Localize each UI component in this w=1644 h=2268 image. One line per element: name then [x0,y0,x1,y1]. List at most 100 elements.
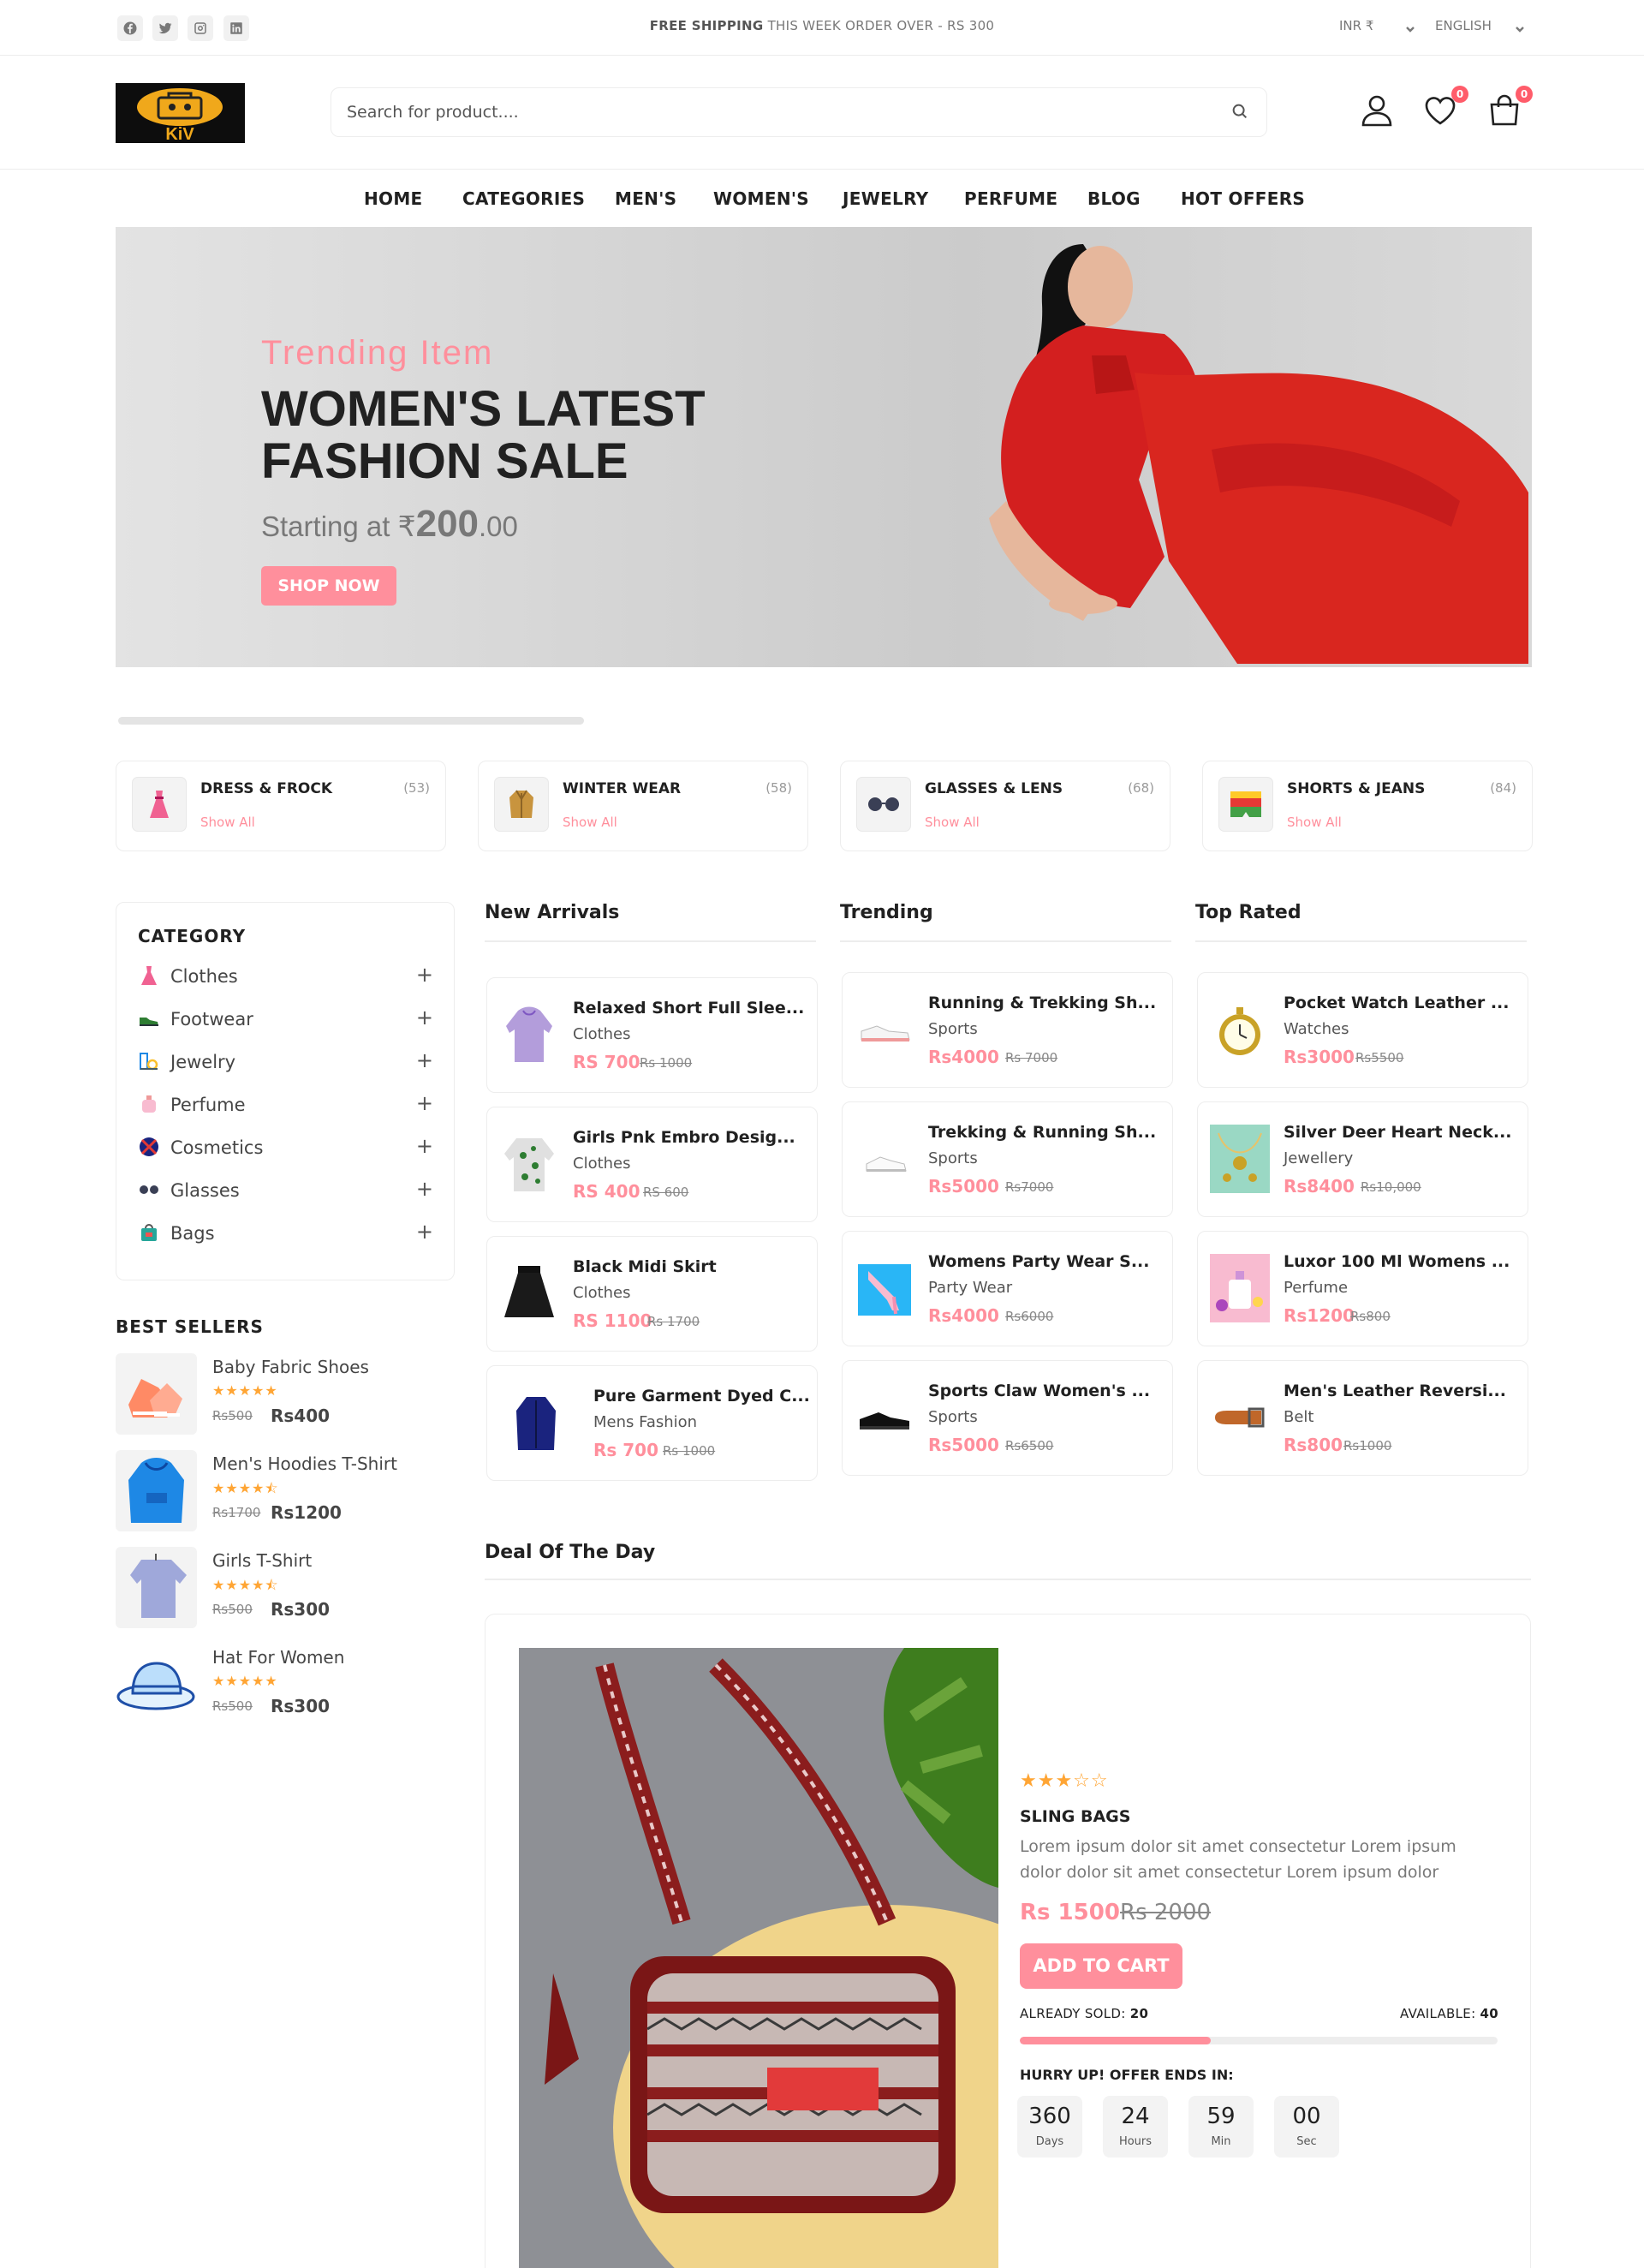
product-image[interactable] [855,1383,914,1452]
product-name[interactable]: Men's Hoodies T-Shirt [212,1453,397,1474]
product-name[interactable]: Relaxed Short Full Slee... [573,999,804,1018]
product-card[interactable]: Silver Deer Heart Neck... Jewellery Rs84… [1197,1101,1528,1217]
product-image[interactable] [855,995,914,1064]
product-card[interactable]: Womens Party Wear S... Party Wear Rs4000… [842,1231,1173,1346]
product-image[interactable] [1210,1125,1270,1193]
product-image[interactable] [116,1450,197,1531]
hero-title: WOMEN'S LATEST FASHION SALE [261,383,775,487]
currency-select[interactable]: INR ₹ [1339,18,1373,33]
product-card[interactable]: Running & Trekking Sh... Sports Rs4000 R… [842,972,1173,1088]
chevron-down-icon[interactable] [1515,21,1525,33]
best-seller-item[interactable]: Hat For Women ★★★★★ Rs500 Rs300 [116,1644,455,1725]
product-name[interactable]: Black Midi Skirt [573,1257,717,1276]
show-all-link[interactable]: Show All [1287,815,1342,830]
category-card-winter[interactable]: WINTER WEAR (58) Show All [478,761,808,851]
product-image[interactable] [116,1644,197,1725]
offer-ends-label: HURRY UP! OFFER ENDS IN: [1020,2067,1234,2083]
price: Rs1200 [271,1502,342,1523]
add-to-cart-button[interactable]: ADD TO CART [1020,1943,1182,1989]
product-image[interactable] [499,1259,559,1328]
product-name[interactable]: Womens Party Wear S... [928,1252,1149,1271]
sidebar-item-glasses[interactable]: Glasses + [138,1175,433,1204]
search-icon[interactable] [1230,102,1251,122]
product-image[interactable] [499,1130,559,1198]
nav-blog[interactable]: BLOG [1087,188,1141,209]
user-icon[interactable] [1359,93,1397,130]
nav-home[interactable]: HOME [364,188,423,209]
show-all-link[interactable]: Show All [563,815,617,830]
product-name[interactable]: Luxor 100 Ml Womens ... [1284,1252,1510,1271]
product-category: Sports [928,1020,978,1038]
countdown-value: 00 [1292,2104,1321,2129]
category-card-glasses[interactable]: GLASSES & LENS (68) Show All [840,761,1170,851]
logo[interactable]: KiV [116,83,245,143]
countdown-unit: Sec [1296,2135,1317,2148]
plus-icon[interactable]: + [416,1006,433,1030]
chevron-down-icon[interactable] [1405,21,1415,33]
best-seller-item[interactable]: Baby Fabric Shoes ★★★★★ Rs500 Rs400 [116,1353,455,1435]
product-image[interactable] [116,1547,197,1628]
product-card[interactable]: Sports Claw Women's ... Sports Rs5000 Rs… [842,1360,1173,1476]
best-seller-item[interactable]: Girls T-Shirt ★★★★⯪ Rs500 Rs300 [116,1547,455,1628]
category-card-shorts[interactable]: SHORTS & JEANS (84) Show All [1202,761,1533,851]
best-seller-item[interactable]: Men's Hoodies T-Shirt ★★★★⯪ Rs1700 Rs120… [116,1450,455,1531]
product-name[interactable]: Pure Garment Dyed C... [593,1387,810,1406]
plus-icon[interactable]: + [416,1091,433,1115]
slider-scrollbar[interactable] [118,717,584,725]
sidebar-item-bags[interactable]: Bags + [138,1218,433,1247]
show-all-link[interactable]: Show All [925,815,980,830]
product-image[interactable] [116,1353,197,1435]
product-card[interactable]: Relaxed Short Full Slee... Clothes RS 70… [486,977,818,1093]
sidebar-item-clothes[interactable]: Clothes + [138,961,433,990]
product-image[interactable] [506,1388,566,1457]
nav-hot-offers[interactable]: HOT OFFERS [1181,188,1305,209]
deal-product-name[interactable]: SLING BAGS [1020,1807,1130,1826]
sidebar-item-jewelry[interactable]: Jewelry + [138,1047,433,1076]
search-input[interactable] [347,101,1186,123]
product-image[interactable] [855,1125,914,1193]
category-card-dress[interactable]: DRESS & FROCK (53) Show All [116,761,446,851]
product-name[interactable]: Girls T-Shirt [212,1550,312,1571]
product-image[interactable] [499,1000,559,1069]
product-name[interactable]: Baby Fabric Shoes [212,1357,369,1377]
category-sidebar: CATEGORY Clothes + Footwear + Jewelry + … [116,902,455,1280]
hero-title-line2: FASHION SALE [261,433,628,489]
product-card[interactable]: Trekking & Running Sh... Sports Rs5000 R… [842,1101,1173,1217]
product-name[interactable]: Running & Trekking Sh... [928,994,1156,1012]
show-all-link[interactable]: Show All [200,815,255,830]
plus-icon[interactable]: + [416,1177,433,1201]
product-name[interactable]: Hat For Women [212,1647,344,1668]
nav-mens[interactable]: MEN'S [615,188,676,209]
glasses-icon [856,777,911,832]
product-card[interactable]: Luxor 100 Ml Womens ... Perfume Rs1200 R… [1197,1231,1528,1346]
plus-icon[interactable]: + [416,1134,433,1158]
product-image[interactable] [855,1254,914,1322]
nav-womens[interactable]: WOMEN'S [713,188,809,209]
nav-categories[interactable]: CATEGORIES [462,188,585,209]
plus-icon[interactable]: + [416,1048,433,1072]
sidebar-item-cosmetics[interactable]: Cosmetics + [138,1132,433,1161]
product-image[interactable] [1210,1383,1270,1452]
product-name[interactable]: Trekking & Running Sh... [928,1123,1156,1142]
product-card[interactable]: Men's Leather Reversi... Belt Rs800 Rs10… [1197,1360,1528,1476]
plus-icon[interactable]: + [416,963,433,987]
sidebar-item-perfume[interactable]: Perfume + [138,1089,433,1119]
product-name[interactable]: Men's Leather Reversi... [1284,1382,1506,1400]
language-select[interactable]: ENGLISH [1435,18,1492,33]
product-card[interactable]: Black Midi Skirt Clothes RS 1100 Rs 1700 [486,1236,818,1352]
shop-now-button[interactable]: SHOP NOW [261,566,396,606]
product-image[interactable] [1210,1254,1270,1322]
nav-jewelry[interactable]: JEWELRY [843,188,928,209]
sidebar-item-footwear[interactable]: Footwear + [138,1004,433,1033]
product-name[interactable]: Sports Claw Women's ... [928,1382,1150,1400]
plus-icon[interactable]: + [416,1220,433,1244]
nav-perfume[interactable]: PERFUME [964,188,1057,209]
product-image[interactable] [1210,995,1270,1064]
product-card[interactable]: Girls Pnk Embro Desig... Clothes RS 400 … [486,1107,818,1222]
product-card[interactable]: Pocket Watch Leather ... Watches Rs3000 … [1197,972,1528,1088]
product-card[interactable]: Pure Garment Dyed C... Mens Fashion Rs 7… [486,1365,818,1481]
sling-bag-image[interactable] [519,1648,998,2268]
product-name[interactable]: Silver Deer Heart Neck... [1284,1123,1512,1142]
product-name[interactable]: Girls Pnk Embro Desig... [573,1128,795,1147]
product-name[interactable]: Pocket Watch Leather ... [1284,994,1510,1012]
